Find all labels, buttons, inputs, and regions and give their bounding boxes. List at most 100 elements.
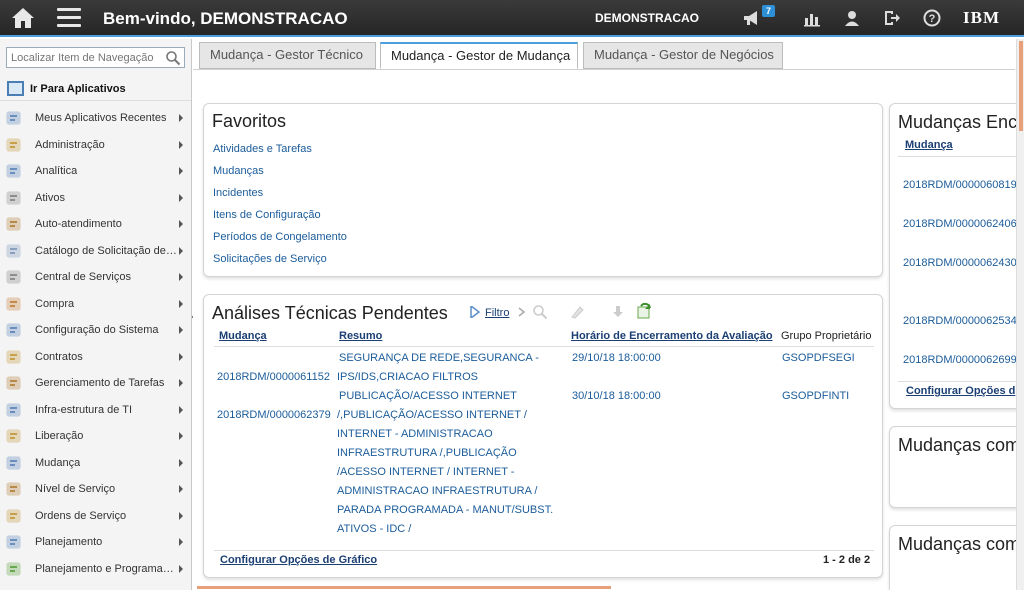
sidebar-item-4[interactable]: Ativos — [0, 185, 191, 212]
system-config-icon — [5, 321, 23, 339]
chevron-right-icon[interactable] — [179, 352, 183, 361]
sidebar-item-15[interactable]: Nível de Serviço — [0, 476, 191, 503]
logout-icon[interactable] — [882, 8, 902, 28]
enc-row-2[interactable]: 2018RDM/0000062406 — [903, 215, 1017, 234]
chevron-right-icon[interactable] — [179, 485, 183, 493]
report-icon[interactable] — [802, 8, 822, 28]
administration-icon — [5, 136, 23, 154]
configure-chart-options-link[interactable]: Configurar Opções de Gráfico — [220, 554, 377, 566]
sidebar-item-label: Planejamento e Programação — [35, 562, 177, 575]
sidebar-item-8[interactable]: Compra — [0, 291, 191, 318]
nav-search-input[interactable] — [7, 48, 162, 67]
chevron-right-icon[interactable] — [179, 193, 183, 202]
tab-gestor-tecnico[interactable]: Mudança - Gestor Técnico — [199, 42, 376, 69]
configure-options-link[interactable]: Configurar Opções d — [906, 385, 1015, 397]
navigation-sidebar: Ir Para Aplicativos Meus Aplicativos Rec… — [0, 39, 192, 590]
fav-link-incidentes[interactable]: Incidentes — [213, 187, 263, 199]
user-icon[interactable] — [842, 8, 862, 28]
chevron-right-icon[interactable] — [518, 307, 526, 317]
table-row-2-resumo-line-4: INFRAESTRUTURA /,PUBLICAÇÃO — [337, 447, 517, 459]
chevron-right-icon[interactable] — [179, 458, 183, 467]
table-row-1-resumo-line-1: SEGURANÇA DE REDE,SEGURANCA - — [339, 352, 539, 364]
chevron-right-icon[interactable] — [179, 405, 183, 414]
fav-link-solicitacoes[interactable]: Solicitações de Serviço — [213, 253, 327, 265]
sidebar-item-16[interactable]: Ordens de Serviço — [0, 503, 191, 530]
sidebar-item-10[interactable]: Contratos — [0, 344, 191, 371]
footer-divider — [898, 381, 1024, 382]
filter-arrow-icon[interactable] — [470, 306, 480, 318]
user-name[interactable]: DEMONSTRACAO — [595, 11, 699, 25]
column-header-resumo[interactable]: Resumo — [339, 330, 382, 342]
chevron-right-icon[interactable] — [179, 114, 183, 122]
chevron-right-icon[interactable] — [179, 511, 183, 520]
search-icon[interactable] — [532, 304, 548, 320]
applications-icon — [7, 81, 24, 96]
enc-row-4[interactable]: 2018RDM/0000062534 — [903, 312, 1017, 331]
fav-link-periodos[interactable]: Períodos de Congelamento — [213, 231, 347, 243]
sidebar-item-1[interactable]: Meus Aplicativos Recentes — [0, 105, 191, 132]
notification-badge[interactable]: 7 — [762, 5, 776, 17]
mudancas-com-portlet-2: Mudanças com — [889, 525, 1024, 590]
chevron-right-icon[interactable] — [179, 432, 183, 440]
sidebar-item-6[interactable]: Catálogo de Solicitação de ... — [0, 238, 191, 265]
search-icon[interactable] — [165, 50, 181, 66]
menu-icon[interactable] — [57, 8, 81, 28]
table-row-2-grupo: GSOPDFINTI — [782, 390, 850, 402]
sidebar-item-18[interactable]: Planejamento e Programação — [0, 556, 191, 583]
sidebar-item-14[interactable]: Mudança — [0, 450, 191, 477]
sidebar-item-label: Gerenciamento de Tarefas — [35, 377, 165, 389]
chevron-right-icon[interactable] — [179, 379, 183, 387]
help-icon[interactable]: ? — [922, 8, 942, 28]
enc-row-1[interactable]: 2018RDM/00000608191 — [903, 176, 1023, 195]
column-header-mudanca-enc[interactable]: Mudança — [905, 139, 953, 151]
table-row-1-mudanca[interactable]: 2018RDM/0000061152 — [217, 368, 330, 387]
chevron-right-icon[interactable] — [179, 299, 183, 308]
goto-applications[interactable]: Ir Para Aplicativos — [0, 77, 191, 101]
chevron-right-icon[interactable] — [179, 140, 183, 149]
sidebar-item-2[interactable]: Administração — [0, 132, 191, 159]
enc-row-5[interactable]: 2018RDM/0000062699 — [903, 351, 1017, 370]
table-row-2-resumo-line-8: ATIVOS - IDC / — [337, 523, 412, 535]
refresh-icon[interactable] — [635, 302, 653, 320]
filter-link[interactable]: Filtro — [485, 307, 509, 319]
chevron-right-icon[interactable] — [179, 246, 183, 255]
table-row-2-resumo-line-1: PUBLICAÇÃO/ACESSO INTERNET — [339, 390, 517, 402]
sidebar-item-label: Liberação — [35, 430, 84, 442]
sidebar-item-13[interactable]: Liberação — [0, 423, 191, 450]
home-icon[interactable] — [11, 7, 35, 29]
chevron-right-icon[interactable] — [179, 167, 183, 175]
sidebar-item-3[interactable]: Analítica — [0, 158, 191, 185]
sidebar-item-7[interactable]: Central de Serviços — [0, 264, 191, 291]
download-icon[interactable] — [610, 304, 626, 320]
megaphone-icon[interactable] — [741, 8, 761, 28]
chevron-right-icon[interactable] — [179, 273, 183, 281]
sidebar-item-label: Ordens de Serviço — [35, 509, 127, 522]
sidebar-item-5[interactable]: Auto-atendimento — [0, 211, 191, 238]
sidebar-item-label: Ativos — [35, 191, 65, 204]
sidebar-item-label: Analítica — [35, 165, 78, 177]
clear-filter-icon[interactable] — [569, 304, 585, 320]
sidebar-item-17[interactable]: Planejamento — [0, 529, 191, 556]
chevron-right-icon[interactable] — [179, 326, 183, 334]
column-header-mudanca[interactable]: Mudança — [219, 330, 267, 342]
chevron-right-icon[interactable] — [179, 220, 183, 228]
sidebar-item-12[interactable]: Infra-estrutura de TI — [0, 397, 191, 424]
sidebar-item-9[interactable]: Configuração do Sistema — [0, 317, 191, 344]
horizontal-scrollbar[interactable] — [197, 586, 611, 589]
mudancas-com-title-2: Mudanças com — [898, 534, 1021, 554]
chevron-right-icon[interactable] — [179, 538, 183, 546]
chevron-right-icon[interactable] — [179, 564, 183, 573]
fav-link-atividades[interactable]: Atividades e Tarefas — [213, 143, 312, 155]
tab-gestor-negocios[interactable]: Mudança - Gestor de Negócios — [583, 42, 783, 69]
fav-link-itens-configuracao[interactable]: Itens de Configuração — [213, 209, 321, 221]
sidebar-item-11[interactable]: Gerenciamento de Tarefas — [0, 370, 191, 397]
vertical-scrollbar[interactable] — [1016, 39, 1024, 590]
column-header-horario[interactable]: Horário de Encerramento da Avaliação — [571, 330, 773, 342]
enc-row-3[interactable]: 2018RDM/0000062430 — [903, 254, 1017, 273]
table-row-2-mudanca[interactable]: 2018RDM/0000062379 — [217, 406, 331, 425]
mudancas-com-title-1: Mudanças com — [898, 435, 1021, 455]
vertical-scrollbar-thumb[interactable] — [1019, 41, 1023, 131]
service-desk-icon — [5, 268, 23, 286]
fav-link-mudancas[interactable]: Mudanças — [213, 165, 264, 177]
tab-gestor-mudanca[interactable]: Mudança - Gestor de Mudança — [380, 42, 578, 69]
